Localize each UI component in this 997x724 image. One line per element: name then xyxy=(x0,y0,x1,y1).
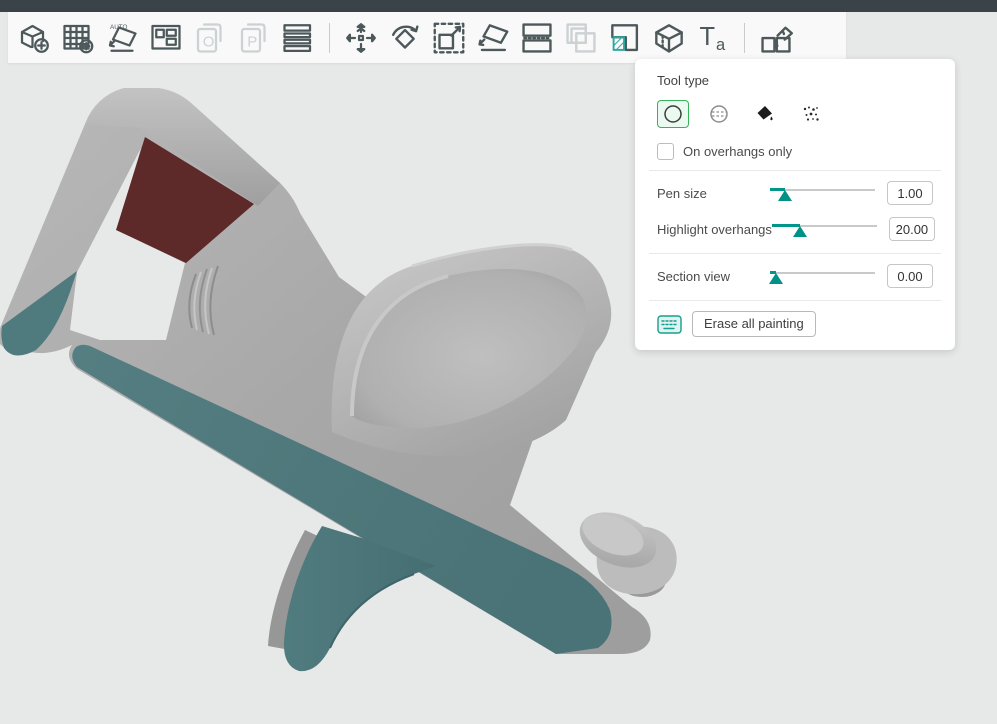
assembly-button[interactable] xyxy=(754,16,798,60)
tool-sphere-button[interactable] xyxy=(703,100,735,128)
mesh-boolean-button[interactable] xyxy=(559,16,603,60)
highlight-overhangs-slider[interactable] xyxy=(772,218,877,240)
seam-painting-button[interactable] xyxy=(647,16,691,60)
rotate-button[interactable] xyxy=(383,16,427,60)
pen-size-row: Pen size 1.00 xyxy=(657,179,933,207)
rotate-icon xyxy=(386,19,424,57)
scale-button[interactable] xyxy=(427,16,471,60)
tool-type-row xyxy=(657,99,933,129)
slider-thumb[interactable] xyxy=(778,190,792,201)
text-T-glyph: T xyxy=(700,22,716,50)
add-plate-icon xyxy=(60,20,96,56)
text-shape-icon: T a xyxy=(695,20,731,56)
tool-gap-fill-button[interactable] xyxy=(795,100,827,128)
model[interactable] xyxy=(0,88,677,671)
circle-tool-icon xyxy=(662,103,684,125)
sphere-tool-icon xyxy=(708,103,730,125)
add-icon xyxy=(16,20,52,56)
main-toolbar: AUTO O P xyxy=(8,12,846,63)
pen-size-value[interactable]: 1.00 xyxy=(887,181,933,205)
lay-on-face-icon xyxy=(474,19,512,57)
add-plate-button[interactable] xyxy=(56,16,100,60)
on-overhangs-only-label: On overhangs only xyxy=(683,144,792,159)
lay-on-face-button[interactable] xyxy=(471,16,515,60)
support-painting-button[interactable] xyxy=(603,16,647,60)
divider xyxy=(649,253,941,254)
objects-glyph: O xyxy=(203,33,215,50)
seam-painting-icon xyxy=(650,19,688,57)
slider-thumb[interactable] xyxy=(793,226,807,237)
gap-fill-tool-icon xyxy=(800,103,822,125)
on-overhangs-only-row: On overhangs only xyxy=(657,142,933,160)
auto-orient-icon: AUTO xyxy=(104,20,140,56)
section-view-row: Section view 0.00 xyxy=(657,262,933,290)
split-to-objects-icon: O xyxy=(192,20,228,56)
on-overhangs-only-checkbox[interactable] xyxy=(657,143,674,160)
split-to-parts-button[interactable]: P xyxy=(232,16,276,60)
cut-icon xyxy=(518,19,556,57)
pen-size-slider[interactable] xyxy=(770,182,875,204)
pen-size-label: Pen size xyxy=(657,186,770,201)
panel-title: Tool type xyxy=(657,71,933,91)
move-icon xyxy=(343,20,379,56)
variable-layer-height-button[interactable] xyxy=(276,16,320,60)
cut-button[interactable] xyxy=(515,16,559,60)
section-view-label: Section view xyxy=(657,269,770,284)
tool-fill-button[interactable] xyxy=(749,100,781,128)
highlight-overhangs-row: Highlight overhangs 20.00 xyxy=(657,215,933,243)
erase-row: Erase all painting xyxy=(657,310,933,338)
add-button[interactable] xyxy=(12,16,56,60)
scale-icon xyxy=(430,19,468,57)
auto-orient-button[interactable]: AUTO xyxy=(100,16,144,60)
tool-circle-button[interactable] xyxy=(657,100,689,128)
section-view-slider[interactable] xyxy=(770,265,875,287)
highlight-overhangs-label: Highlight overhangs xyxy=(657,222,772,237)
text-a-glyph: a xyxy=(716,36,726,54)
toolbar-separator xyxy=(329,23,330,53)
split-to-objects-button[interactable]: O xyxy=(188,16,232,60)
keyboard-shortcut-icon xyxy=(657,315,682,334)
arrange-button[interactable] xyxy=(144,16,188,60)
arrange-icon xyxy=(148,20,184,56)
support-painting-icon xyxy=(606,19,644,57)
window-top-bar xyxy=(0,0,997,12)
divider xyxy=(649,300,941,301)
variable-layer-height-icon xyxy=(280,20,316,56)
erase-all-painting-button[interactable]: Erase all painting xyxy=(692,311,816,337)
move-button[interactable] xyxy=(339,16,383,60)
highlight-overhangs-value[interactable]: 20.00 xyxy=(889,217,935,241)
fill-tool-icon xyxy=(754,103,776,125)
parts-glyph: P xyxy=(247,33,257,50)
toolbar-separator xyxy=(744,23,745,53)
slider-rail xyxy=(770,272,875,274)
text-shape-button[interactable]: T a xyxy=(691,16,735,60)
slicer-app: { "app": { "topbar_color": "#3a4347", "c… xyxy=(0,0,997,719)
split-to-parts-icon: P xyxy=(236,20,272,56)
support-painting-panel: Tool type xyxy=(635,59,955,350)
divider xyxy=(649,170,941,171)
section-view-value[interactable]: 0.00 xyxy=(887,264,933,288)
mesh-boolean-icon xyxy=(562,19,600,57)
slider-thumb[interactable] xyxy=(769,273,783,284)
assembly-icon xyxy=(757,19,795,57)
